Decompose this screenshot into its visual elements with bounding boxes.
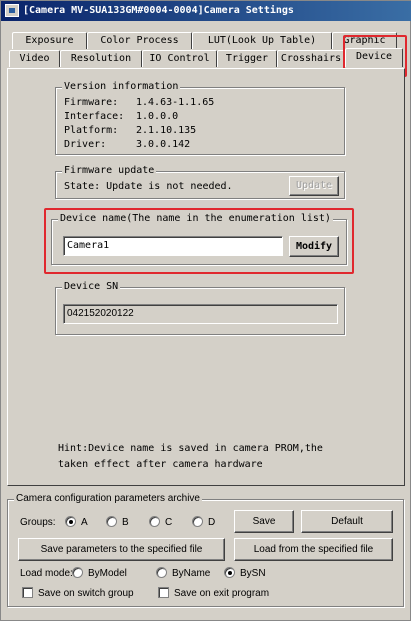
hint-line-2: taken effect after camera hardware: [58, 459, 263, 470]
tab-label: Color Process: [100, 35, 179, 46]
interface-value: 1.0.0.0: [136, 111, 179, 122]
tab-label: LUT(Look Up Table): [207, 35, 317, 46]
hint-line-1: Hint:Device name is saved in camera PROM…: [58, 443, 323, 454]
save-button[interactable]: Save: [234, 510, 294, 533]
firmware-label: Firmware:: [64, 97, 119, 108]
load-mode-label: Load mode:: [20, 568, 73, 579]
load-by-model-radio[interactable]: [72, 567, 83, 578]
tab-label: Crosshairs: [280, 53, 342, 64]
group-a-label: A: [81, 517, 88, 528]
tab-label: Video: [19, 53, 50, 64]
load-by-model-label: ByModel: [88, 568, 127, 579]
app-icon: [5, 4, 19, 17]
interface-label: Interface:: [64, 111, 125, 122]
group-b-label: B: [122, 517, 129, 528]
save-on-exit-label: Save on exit program: [174, 588, 270, 599]
tab-device[interactable]: Device: [345, 48, 403, 67]
title-bar[interactable]: [Camera MV-SUA133GM#0004-0004]Camera Set…: [1, 1, 411, 21]
default-button[interactable]: Default: [301, 510, 393, 533]
save-to-file-button[interactable]: Save parameters to the specified file: [18, 538, 225, 561]
tab-label: IO Control: [149, 53, 210, 64]
tab-label: Device: [355, 51, 393, 62]
tab-label: Trigger: [225, 53, 269, 64]
platform-label: Platform:: [64, 125, 119, 136]
load-by-name-label: ByName: [172, 568, 211, 579]
load-by-sn-label: BySN: [240, 568, 266, 579]
version-group-title: Version information: [62, 81, 181, 93]
device-sn-title: Device SN: [62, 281, 121, 293]
device-name-input[interactable]: Camera1: [63, 236, 283, 256]
device-sn-field: 042152020122: [63, 304, 338, 324]
platform-value: 2.1.10.135: [136, 125, 197, 136]
tab-crosshairs[interactable]: Crosshairs: [277, 50, 345, 67]
firmware-update-title: Firmware update: [62, 165, 157, 177]
driver-value: 3.0.0.142: [136, 139, 191, 150]
window-title: [Camera MV-SUA133GM#0004-0004]Camera Set…: [23, 5, 294, 16]
load-by-name-radio[interactable]: [156, 567, 167, 578]
load-by-sn-radio[interactable]: [224, 567, 235, 578]
camera-settings-window: [Camera MV-SUA133GM#0004-0004]Camera Set…: [0, 0, 411, 621]
load-from-file-button[interactable]: Load from the specified file: [234, 538, 393, 561]
tab-exposure[interactable]: Exposure: [12, 32, 87, 49]
device-name-title: Device name(The name in the enumeration …: [58, 213, 333, 225]
driver-label: Driver:: [64, 139, 107, 150]
archive-group-title: Camera configuration parameters archive: [14, 493, 202, 505]
update-button[interactable]: Update: [289, 176, 339, 196]
tab-trigger[interactable]: Trigger: [217, 50, 277, 67]
group-c-radio[interactable]: [149, 516, 160, 527]
tab-lut[interactable]: LUT(Look Up Table): [192, 32, 332, 49]
group-a-radio[interactable]: [65, 516, 76, 527]
group-b-radio[interactable]: [106, 516, 117, 527]
tab-io-control[interactable]: IO Control: [142, 50, 217, 67]
save-on-switch-label: Save on switch group: [38, 588, 134, 599]
groups-label: Groups:: [20, 517, 56, 528]
tab-label: Exposure: [25, 35, 74, 46]
group-d-radio[interactable]: [192, 516, 203, 527]
update-state-text: State: Update is not needed.: [64, 181, 233, 192]
modify-button[interactable]: Modify: [289, 236, 339, 257]
save-on-exit-checkbox[interactable]: [158, 587, 169, 598]
tab-video[interactable]: Video: [9, 50, 60, 67]
firmware-value: 1.4.63-1.1.65: [136, 97, 215, 108]
tab-resolution[interactable]: Resolution: [60, 50, 142, 67]
group-c-label: C: [165, 517, 173, 528]
tab-color-process[interactable]: Color Process: [87, 32, 192, 49]
tab-label: Resolution: [70, 53, 132, 64]
group-d-label: D: [208, 517, 216, 528]
save-on-switch-checkbox[interactable]: [22, 587, 33, 598]
